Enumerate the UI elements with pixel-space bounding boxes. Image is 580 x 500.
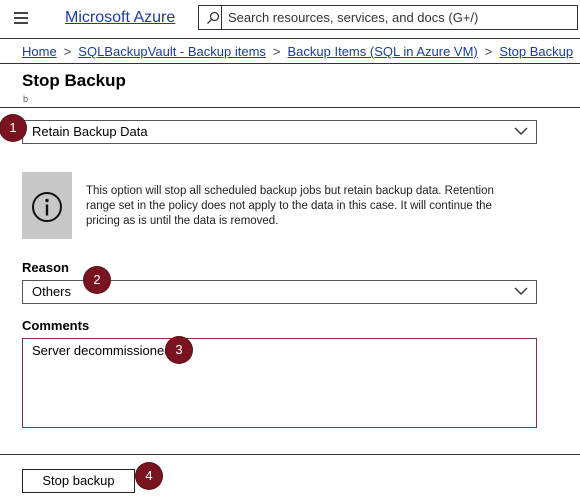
- divider: [0, 454, 580, 455]
- breadcrumb-backup-items[interactable]: Backup Items (SQL in Azure VM): [288, 44, 478, 59]
- comments-value: Server decommissioned: [32, 343, 172, 358]
- brand-link[interactable]: Microsoft Azure: [65, 9, 175, 27]
- step-marker-3: 3: [166, 337, 192, 363]
- chevron-right-icon: >: [63, 44, 72, 59]
- breadcrumb-stop-backup[interactable]: Stop Backup: [499, 44, 573, 59]
- divider: [0, 63, 580, 64]
- page-title: Stop Backup: [22, 71, 126, 90]
- chevron-down-icon: [514, 287, 528, 295]
- stop-backup-button[interactable]: Stop backup: [22, 469, 135, 493]
- search-placeholder[interactable]: Search resources, services, and docs (G+…: [228, 10, 478, 25]
- comments-label: Comments: [22, 318, 90, 333]
- step-marker-4: 4: [136, 463, 162, 489]
- divider: [0, 107, 580, 108]
- breadcrumb: Home > SQLBackupVault - Backup items > Backu…: [22, 44, 573, 59]
- reason-label: Reason: [22, 260, 69, 275]
- search-box[interactable]: Search resources, services, and docs (G+…: [198, 5, 578, 30]
- step-marker-2: 2: [84, 267, 110, 293]
- divider: [0, 38, 580, 39]
- stop-backup-button-label: Stop backup: [42, 473, 115, 488]
- backup-option-value: Retain Backup Data: [32, 124, 148, 139]
- chevron-down-icon: [514, 127, 528, 135]
- reason-value: Others: [32, 284, 72, 299]
- hamburger-menu-icon[interactable]: [14, 12, 28, 24]
- search-divider: [221, 6, 222, 29]
- breadcrumb-home[interactable]: Home: [22, 44, 57, 59]
- info-icon: [32, 192, 62, 222]
- breadcrumb-vault[interactable]: SQLBackupVault - Backup items: [78, 44, 266, 59]
- page-subtitle: b: [23, 94, 29, 104]
- comments-textarea[interactable]: Server decommissioned: [22, 338, 537, 428]
- info-message: This option will stop all scheduled back…: [86, 185, 494, 227]
- backup-option-dropdown[interactable]: Retain Backup Data: [22, 120, 537, 144]
- chevron-right-icon: >: [484, 44, 493, 59]
- info-panel: [22, 172, 72, 239]
- step-marker-1: 1: [0, 115, 26, 141]
- search-icon: [207, 11, 220, 24]
- chevron-right-icon: >: [272, 44, 281, 59]
